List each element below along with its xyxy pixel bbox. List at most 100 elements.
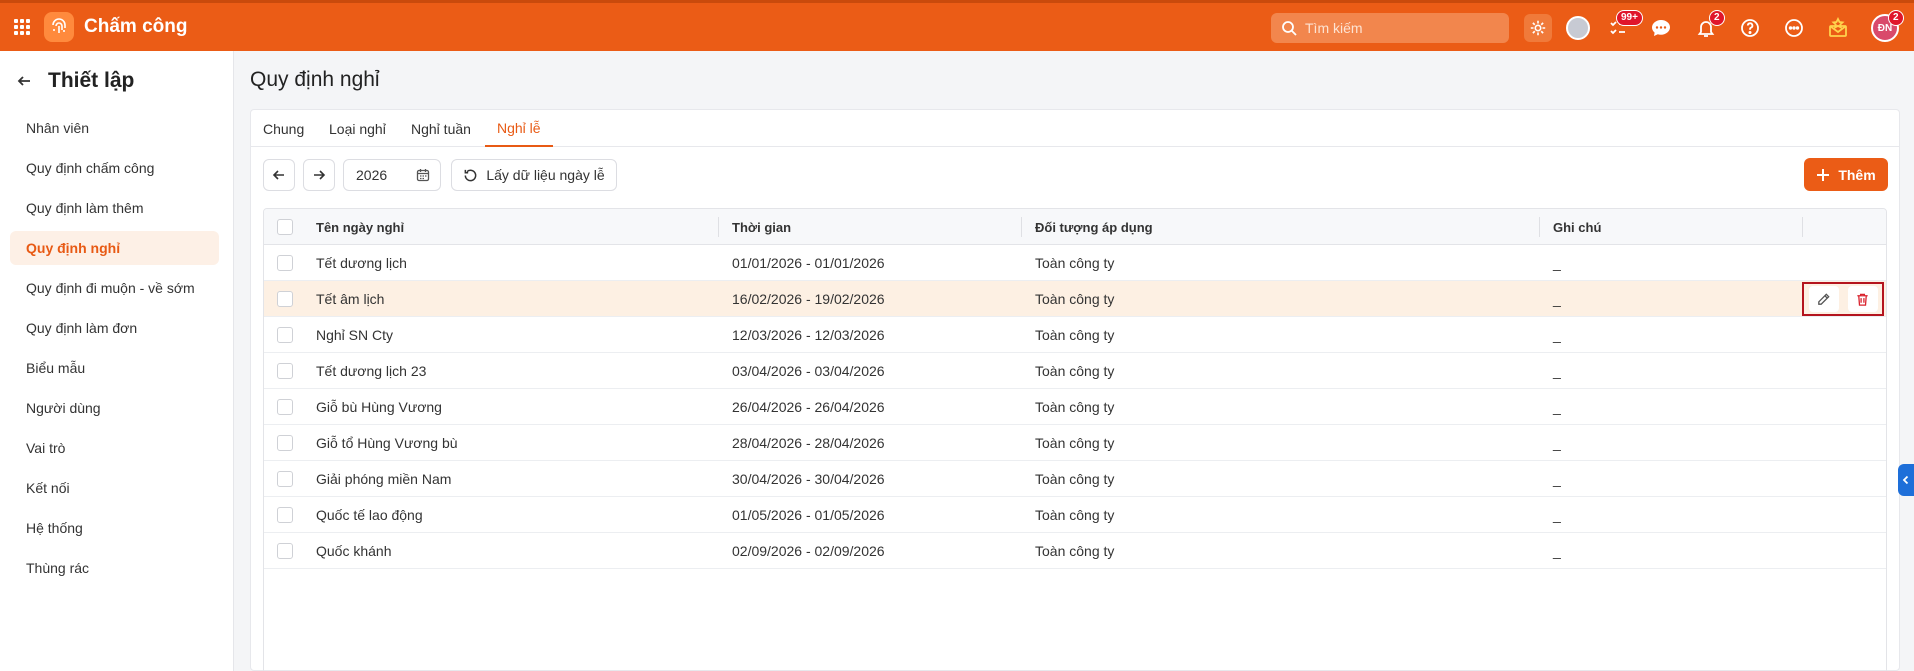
tab-chung[interactable]: Chung — [263, 110, 304, 147]
help-icon[interactable] — [1736, 14, 1764, 42]
edit-button[interactable] — [1808, 286, 1839, 312]
next-year-button[interactable] — [303, 159, 335, 191]
table-row-hovered[interactable]: Tết âm lịch 16/02/2026 - 19/02/2026 Toàn… — [264, 281, 1886, 317]
sidebar-item-quy-dinh-nghi[interactable]: Quy định nghỉ — [10, 231, 219, 265]
col-header-time[interactable]: Thời gian — [732, 209, 791, 245]
search-placeholder: Tìm kiếm — [1305, 20, 1363, 36]
table-row[interactable]: Giỗ tổ Hùng Vương bù 28/04/2026 - 28/04/… — [264, 425, 1886, 461]
bell-icon[interactable]: 2 — [1692, 10, 1725, 42]
table-row[interactable]: Nghỉ SN Cty 12/03/2026 - 12/03/2026 Toàn… — [264, 317, 1886, 353]
holiday-time: 03/04/2026 - 03/04/2026 — [732, 363, 885, 379]
user-avatar-small[interactable] — [1564, 14, 1592, 42]
fingerprint-logo-icon — [44, 12, 74, 42]
holiday-name: Tết dương lịch — [316, 255, 407, 271]
holiday-target: Toàn công ty — [1035, 291, 1115, 307]
table-row[interactable]: Tết dương lịch 01/01/2026 - 01/01/2026 T… — [264, 245, 1886, 281]
holiday-time: 30/04/2026 - 30/04/2026 — [732, 471, 885, 487]
holiday-note: _ — [1553, 363, 1561, 379]
sidebar-item-he-thong[interactable]: Hệ thống — [10, 511, 219, 545]
col-header-target[interactable]: Đối tượng áp dụng — [1035, 209, 1153, 245]
back-arrow-icon[interactable] — [16, 73, 32, 89]
sidebar-title: Thiết lập — [48, 69, 135, 92]
sidebar-item-bieu-mau[interactable]: Biểu mẫu — [10, 351, 219, 385]
sidebar-item-vai-tro[interactable]: Vai trò — [10, 431, 219, 465]
holiday-note: _ — [1553, 327, 1561, 343]
tasks-icon[interactable]: 99+ — [1604, 10, 1643, 42]
account-badge: 2 — [1888, 10, 1904, 26]
holiday-time: 12/03/2026 - 12/03/2026 — [732, 327, 885, 343]
holiday-target: Toàn công ty — [1035, 327, 1115, 343]
sidebar-item-quy-dinh-lam-don[interactable]: Quy định làm đơn — [10, 311, 219, 345]
table-row[interactable]: Giỗ bù Hùng Vương 26/04/2026 - 26/04/202… — [264, 389, 1886, 425]
row-checkbox[interactable] — [277, 363, 293, 379]
row-checkbox[interactable] — [277, 435, 293, 451]
sidebar-item-thung-rac[interactable]: Thùng rác — [10, 551, 219, 585]
holiday-note: _ — [1553, 507, 1561, 523]
search-input[interactable]: Tìm kiếm — [1271, 13, 1509, 43]
search-icon — [1282, 21, 1297, 36]
holiday-name: Quốc tế lao động — [316, 507, 423, 523]
col-header-name[interactable]: Tên ngày nghỉ — [316, 209, 404, 245]
holiday-note: _ — [1553, 543, 1561, 559]
row-checkbox[interactable] — [277, 543, 293, 559]
row-checkbox[interactable] — [277, 291, 293, 307]
trash-icon — [1857, 293, 1868, 306]
tab-bar: Chung Loại nghỉ Nghỉ tuần Nghỉ lễ — [251, 110, 1899, 147]
sidebar-item-nguoi-dung[interactable]: Người dùng — [10, 391, 219, 425]
avatar — [1566, 16, 1590, 40]
content-card: Chung Loại nghỉ Nghỉ tuần Nghỉ lễ 2026 L… — [250, 109, 1900, 671]
calendar-icon — [416, 169, 430, 182]
holiday-name: Quốc khánh — [316, 543, 392, 559]
holiday-time: 26/04/2026 - 26/04/2026 — [732, 399, 885, 415]
plus-icon — [1817, 168, 1830, 181]
holiday-time: 02/09/2026 - 02/09/2026 — [732, 543, 885, 559]
arrow-left-icon — [272, 170, 284, 180]
tab-nghi-tuan[interactable]: Nghỉ tuần — [411, 110, 471, 147]
table-row[interactable]: Tết dương lịch 23 03/04/2026 - 03/04/202… — [264, 353, 1886, 389]
row-checkbox[interactable] — [277, 507, 293, 523]
more-options-icon[interactable] — [1780, 14, 1808, 42]
year-picker[interactable]: 2026 — [343, 159, 441, 191]
sidebar-item-quy-dinh-cham-cong[interactable]: Quy định chấm công — [10, 151, 219, 185]
reward-icon[interactable] — [1824, 14, 1852, 42]
holiday-note: _ — [1553, 399, 1561, 415]
table-row[interactable]: Quốc tế lao động 01/05/2026 - 01/05/2026… — [264, 497, 1886, 533]
row-checkbox[interactable] — [277, 399, 293, 415]
fetch-holidays-button[interactable]: Lấy dữ liệu ngày lễ — [451, 159, 617, 191]
collapse-panel-tab[interactable] — [1898, 464, 1914, 496]
sidebar-item-ket-noi[interactable]: Kết nối — [10, 471, 219, 505]
holiday-target: Toàn công ty — [1035, 543, 1115, 559]
holiday-name: Giỗ bù Hùng Vương — [316, 399, 442, 415]
tab-nghi-le[interactable]: Nghỉ lễ — [485, 110, 553, 147]
sidebar-item-quy-dinh-lam-them[interactable]: Quy định làm thêm — [10, 191, 219, 225]
delete-button[interactable] — [1847, 286, 1878, 312]
prev-year-button[interactable] — [263, 159, 295, 191]
holiday-target: Toàn công ty — [1035, 435, 1115, 451]
col-header-note[interactable]: Ghi chú — [1553, 209, 1601, 245]
sidebar-item-nhan-vien[interactable]: Nhân viên — [10, 111, 219, 145]
tab-loai-nghi[interactable]: Loại nghỉ — [329, 110, 386, 147]
holiday-note: _ — [1553, 435, 1561, 451]
select-all-checkbox[interactable] — [277, 219, 293, 235]
holiday-target: Toàn công ty — [1035, 255, 1115, 271]
table-row[interactable]: Giải phóng miền Nam 30/04/2026 - 30/04/2… — [264, 461, 1886, 497]
settings-gear-icon[interactable] — [1524, 14, 1552, 42]
holiday-name: Giải phóng miền Nam — [316, 471, 452, 487]
row-checkbox[interactable] — [277, 327, 293, 343]
holiday-target: Toàn công ty — [1035, 507, 1115, 523]
chat-icon[interactable] — [1647, 14, 1675, 42]
apps-grid-icon[interactable] — [14, 19, 30, 35]
refresh-icon — [464, 169, 477, 181]
year-value: 2026 — [356, 167, 388, 183]
table-row[interactable]: Quốc khánh 02/09/2026 - 02/09/2026 Toàn … — [264, 533, 1886, 569]
account-avatar[interactable]: ĐN 2 — [1871, 10, 1904, 42]
row-checkbox[interactable] — [277, 471, 293, 487]
sidebar-header: Thiết lập — [0, 51, 233, 111]
sidebar-item-di-muon-ve-som[interactable]: Quy định đi muộn - về sớm — [10, 271, 219, 305]
app-title[interactable]: Chấm công — [84, 16, 187, 38]
holiday-time: 16/02/2026 - 19/02/2026 — [732, 291, 885, 307]
holiday-note: _ — [1553, 471, 1561, 487]
add-holiday-button[interactable]: Thêm — [1804, 158, 1888, 191]
row-checkbox[interactable] — [277, 255, 293, 271]
holiday-name: Giỗ tổ Hùng Vương bù — [316, 435, 458, 451]
